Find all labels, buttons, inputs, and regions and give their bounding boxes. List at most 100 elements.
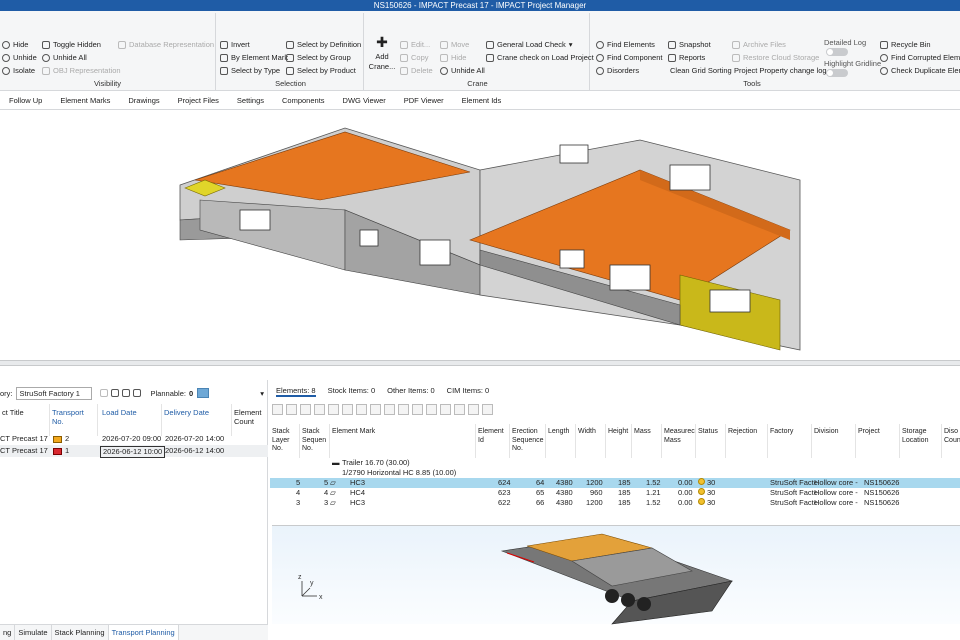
unhide-all-button[interactable]: Unhide All [42,53,87,63]
trash-icon[interactable] [132,389,141,397]
general-load-check-button[interactable]: General Load Check ▾ [486,40,573,50]
find-corrupted-button[interactable]: Find Corrupted Elemen [880,53,960,63]
pane-splitter[interactable] [0,360,960,366]
tab-dwg-viewer[interactable]: DWG Viewer [334,92,395,109]
load-date-cell-editing[interactable]: 2026-06-12 10:00 [100,446,166,458]
project-property-log-button[interactable]: Project Property change log [734,66,827,76]
select-by-definition-button[interactable]: Select by Definition [286,40,361,50]
tool-icon[interactable] [468,404,479,415]
col-factory[interactable]: Factory [768,424,812,458]
snapshot-button[interactable]: Snapshot [668,40,711,50]
col-disorder-count[interactable]: Diso Coun [942,424,960,458]
toggle-hidden-button[interactable]: Toggle Hidden [42,40,101,50]
tab-settings[interactable]: Settings [228,92,273,109]
col-element-mark[interactable]: Element Mark [330,424,476,458]
copy-button[interactable]: Copy [400,53,429,63]
hide-button[interactable]: Hide [2,40,28,50]
isolate-button[interactable]: Isolate [2,66,35,76]
tool-icon[interactable] [99,389,108,397]
col-project[interactable]: Project [856,424,900,458]
database-representation-button[interactable]: Database Representation [118,40,214,50]
move-button[interactable]: Move [440,40,469,50]
col-element-id[interactable]: Element Id [476,424,510,458]
crane-check-button[interactable]: Crane check on Load Project [486,53,594,63]
col-storage-location[interactable]: Storage Location [900,424,942,458]
tool-icon[interactable] [440,404,451,415]
col-transport-no[interactable]: Transport No. [50,404,98,436]
tab-other-items[interactable]: Other Items: 0 [387,386,435,397]
tool-icon[interactable] [384,404,395,415]
select-by-group-button[interactable]: Select by Group [286,53,351,63]
col-delivery-date[interactable]: Delivery Date [162,404,232,436]
select-by-type-button[interactable]: Select by Type [220,66,280,76]
select-by-product-button[interactable]: Select by Product [286,66,356,76]
col-element-count[interactable]: Element Count [232,404,268,436]
tool-icon[interactable] [110,389,119,397]
recycle-bin-button[interactable]: Recycle Bin [880,40,931,50]
disorders-button[interactable]: Disorders [596,66,639,76]
edit-button[interactable]: Edit... [400,40,430,50]
tool-icon[interactable] [342,404,353,415]
crane-hide-button[interactable]: Hide [440,53,466,63]
factory-select[interactable]: StruSoft Factory 1 [15,386,92,400]
tab-project-files[interactable]: Project Files [169,92,228,109]
clean-grid-sorting-button[interactable]: Clean Grid Sorting [670,66,732,76]
chevron-down-icon[interactable]: ▾ [260,389,264,398]
add-crane-button[interactable]: ✚ Add Crane... [369,35,396,72]
group-row-trailer[interactable]: ▬ Trailer 16.70 (30.00) [270,458,960,468]
col-division[interactable]: Division [812,424,856,458]
obj-representation-button[interactable]: OBJ Representation [42,66,121,76]
col-mass[interactable]: Mass [632,424,662,458]
tool-icon[interactable] [286,404,297,415]
tool-icon[interactable] [300,404,311,415]
tool-icon[interactable] [328,404,339,415]
detailed-log-toggle[interactable] [826,48,848,56]
col-rejection[interactable]: Rejection [726,424,768,458]
by-element-mark-button[interactable]: By Element Mark [220,53,288,63]
highlight-gridline-toggle[interactable] [826,69,848,77]
tab-elements[interactable]: Elements: 8 [276,386,316,397]
tool-icon[interactable] [412,404,423,415]
tab-components[interactable]: Components [273,92,334,109]
tab-transport-planning[interactable]: Transport Planning [108,625,179,640]
tab-planning[interactable]: ng [0,625,16,640]
col-height[interactable]: Height [606,424,632,458]
tab-element-ids[interactable]: Element Ids [453,92,511,109]
tab-stock-items[interactable]: Stock Items: 0 [328,386,376,397]
tool-icon[interactable] [454,404,465,415]
col-stack-sequence[interactable]: Stack Sequen No. [300,424,330,458]
tab-stack-planning[interactable]: Stack Planning [52,625,109,640]
tool-icon[interactable] [482,404,493,415]
tool-icon[interactable] [370,404,381,415]
col-width[interactable]: Width [576,424,606,458]
tool-icon[interactable] [314,404,325,415]
find-elements-button[interactable]: Find Elements [596,40,655,50]
restore-cloud-storage-button[interactable]: Restore Cloud Storage [732,53,819,63]
group-row-stack[interactable]: 1/2790 Horizontal HC 8.85 (10.00) [270,468,960,478]
find-component-button[interactable]: Find Component [596,53,662,63]
tool-icon[interactable] [272,404,283,415]
tool-icon[interactable] [121,389,130,397]
tab-cim-items[interactable]: CIM Items: 0 [447,386,490,397]
col-load-date[interactable]: Load Date [100,404,162,436]
reports-button[interactable]: Reports [668,53,705,63]
delete-button[interactable]: Delete [400,66,433,76]
tab-drawings[interactable]: Drawings [119,92,168,109]
table-row[interactable]: 4 4 ▱ HC4 623 65 4380 960 185 1.21 0.00 … [270,488,960,498]
unhide-button[interactable]: Unhide [2,53,37,63]
3d-viewport[interactable] [0,110,960,360]
transport-row[interactable]: CT Precast 17 2 2026-07-20 09:00 2026-07… [0,433,268,445]
crane-unhide-all-button[interactable]: Unhide All [440,66,485,76]
col-stack-layer[interactable]: Stack Layer No. [270,424,300,458]
table-row[interactable]: 5 5 ▱ HC3 624 64 4380 1200 185 1.52 0.00… [270,478,960,488]
col-measured-mass[interactable]: Measurec Mass [662,424,696,458]
tab-simulate[interactable]: Simulate [15,625,52,640]
tool-icon[interactable] [398,404,409,415]
plannable-color-swatch[interactable] [197,388,210,398]
check-duplicate-button[interactable]: Check Duplicate Eleme [880,66,960,76]
col-erection-seq[interactable]: Erection Sequence No. [510,424,546,458]
invert-button[interactable]: Invert [220,40,250,50]
tab-element-marks[interactable]: Element Marks [51,92,119,109]
tab-follow-up[interactable]: Follow Up [0,92,51,109]
tab-pdf-viewer[interactable]: PDF Viewer [395,92,453,109]
